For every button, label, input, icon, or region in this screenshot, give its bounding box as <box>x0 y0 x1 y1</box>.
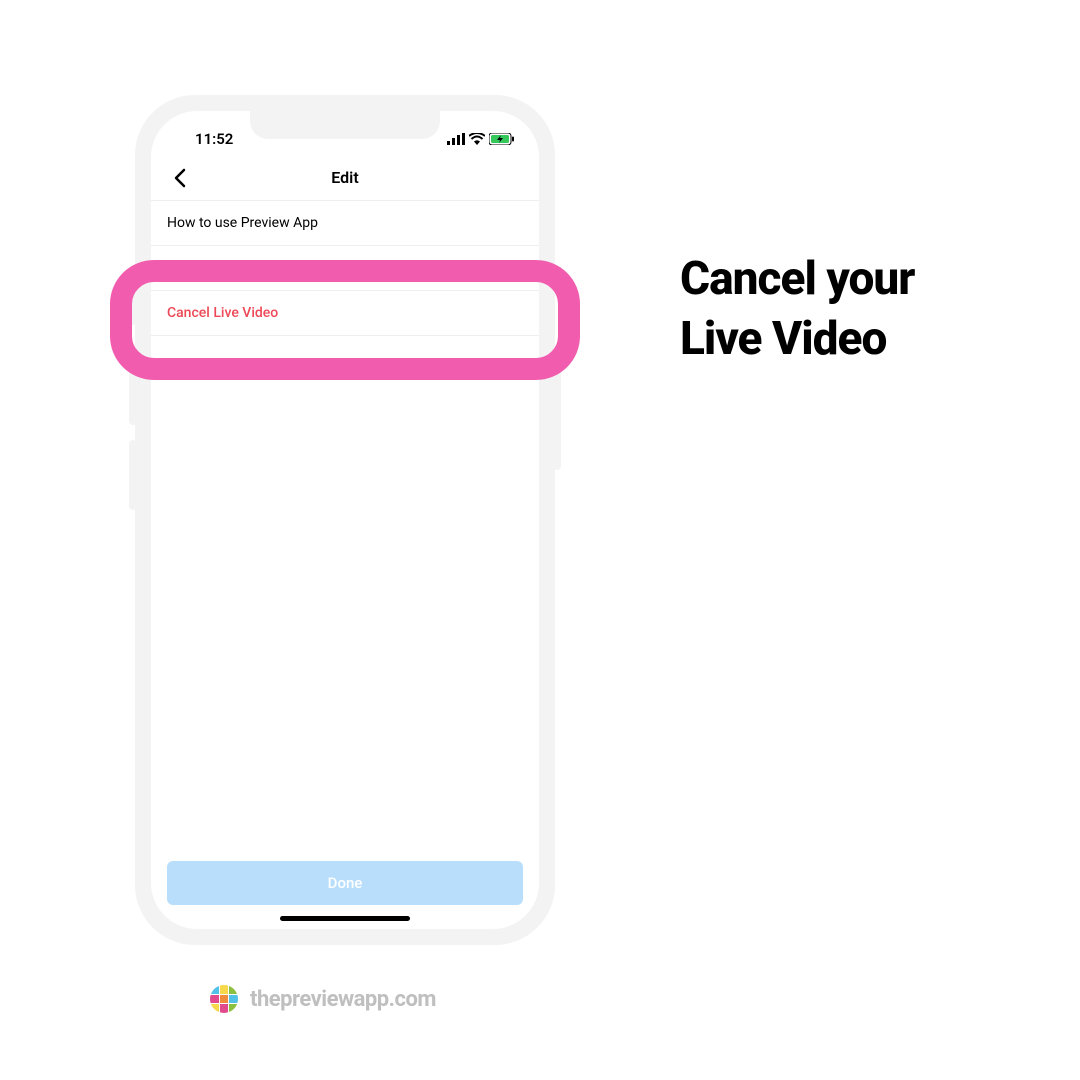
start-time-value: Wed, 20 Oct at 10:00 am AEST <box>327 261 503 276</box>
live-title-row[interactable]: How to use Preview App <box>151 201 539 246</box>
home-indicator[interactable] <box>280 916 410 921</box>
phone-side-button <box>129 440 137 510</box>
live-title-value: How to use Preview App <box>167 215 318 231</box>
preview-app-logo-icon <box>210 985 238 1013</box>
done-button[interactable]: Done <box>167 861 523 905</box>
cellular-icon <box>447 133 465 145</box>
cancel-live-video-label: Cancel Live Video <box>167 305 278 321</box>
phone-side-button <box>553 360 561 470</box>
phone-screen: 11:52 Edit How to use Preview Ap <box>151 111 539 929</box>
phone-frame: 11:52 Edit How to use Preview Ap <box>135 95 555 945</box>
footer-branding: thepreviewapp.com <box>210 985 436 1013</box>
nav-title: Edit <box>331 168 358 187</box>
wifi-icon <box>469 133 485 145</box>
status-time: 11:52 <box>175 130 233 148</box>
footer-site-text: thepreviewapp.com <box>250 987 436 1012</box>
phone-notch <box>250 111 440 139</box>
battery-charging-icon <box>489 133 515 145</box>
back-button[interactable] <box>165 163 195 193</box>
clear-start-time-icon[interactable]: ✕ <box>510 261 523 276</box>
phone-side-button <box>129 285 137 325</box>
nav-bar: Edit <box>151 155 539 201</box>
instruction-caption: Cancel your Live Video <box>680 250 914 370</box>
caption-line: Live Video <box>680 310 914 370</box>
phone-side-button <box>129 355 137 425</box>
done-button-label: Done <box>328 874 363 892</box>
chevron-left-icon <box>173 168 187 188</box>
caption-line: Cancel your <box>680 250 914 310</box>
start-time-label: Start time <box>167 260 228 276</box>
content-spacer <box>151 336 539 861</box>
start-time-row[interactable]: Start time Wed, 20 Oct at 10:00 am AEST … <box>151 246 539 291</box>
cancel-live-video-button[interactable]: Cancel Live Video <box>151 291 539 336</box>
